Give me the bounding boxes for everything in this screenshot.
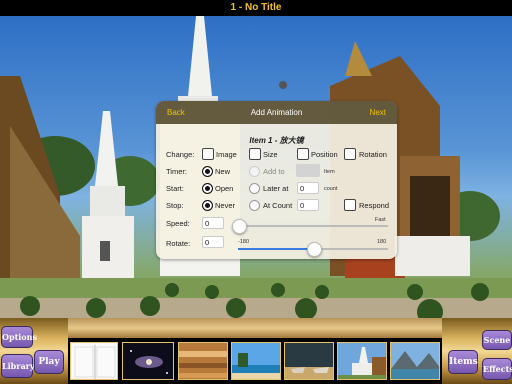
play-button[interactable]: Play [34,350,64,374]
stop-respond-checkbox[interactable] [344,199,356,211]
wood-shelf-thumbnail[interactable] [178,342,228,380]
beach-thumbnail[interactable] [231,342,281,380]
start-later-radio[interactable] [249,183,260,194]
change-image-checkbox[interactable] [202,148,214,160]
stop-label: Stop: [166,201,184,210]
filmstrip-frame [68,318,442,338]
stop-at-count-radio[interactable] [249,200,260,211]
speed-max-label: Fast [375,217,386,223]
start-label: Start: [166,184,184,193]
rotate-value-field[interactable]: 0 [202,236,224,248]
change-label: Change: [166,150,195,159]
timer-add-to-radio[interactable] [249,166,260,177]
speed-label: Speed: [166,219,190,228]
speed-value-field[interactable]: 0 [202,217,224,229]
effects-button[interactable]: Effects [482,358,512,380]
stop-never-radio[interactable] [202,200,213,211]
stop-at-count-input[interactable]: 0 [297,199,319,211]
start-open-label: Open [215,184,234,193]
stop-never-label: Never [215,201,236,210]
library-button[interactable]: Library [1,354,35,378]
timer-label: Timer: [166,167,187,176]
start-open-radio[interactable] [202,183,213,194]
change-rotation-checkbox[interactable] [344,148,356,160]
items-button[interactable]: Items [448,350,478,374]
temple-thumbnail[interactable] [337,342,387,380]
rotate-max-label: 180 [377,239,387,245]
mountain-lake-thumbnail[interactable] [390,342,440,380]
speed-slider-track[interactable] [238,225,388,227]
book-page-thumbnail[interactable] [70,342,118,380]
options-button[interactable]: Options [1,326,37,348]
add-animation-dialog: Back Add Animation Next Item 1 - 放大镜 Cha… [156,101,397,259]
rotate-slider-knob[interactable] [307,242,322,257]
timer-item-field[interactable] [296,164,320,177]
change-rotation-label: Rotation [359,150,387,159]
window-title: 1 - No Title [0,0,512,16]
dialog-header: Back Add Animation Next [156,101,397,124]
galaxy-thumbnail[interactable] [122,342,174,380]
scene-button[interactable]: Scene [482,330,512,350]
timer-add-to-label: Add to [263,167,285,176]
change-size-checkbox[interactable] [249,148,261,160]
rotate-slider-fill [238,248,313,250]
dialog-title: Add Animation [250,108,303,117]
timer-item-label: Item [324,169,335,175]
next-button[interactable]: Next [370,108,386,117]
rotate-min-label: -180 [238,239,250,245]
change-position-label: Position [311,150,338,159]
start-count-input[interactable]: 0 [297,182,319,194]
item-title: Item 1 - 放大镜 [249,136,304,145]
stop-respond-label: Respond [359,201,390,210]
change-size-label: Size [263,150,278,159]
change-position-checkbox[interactable] [297,148,309,160]
speed-slider-knob[interactable] [232,219,247,234]
timer-new-label: New [215,167,231,176]
rotate-label: Rotate: [166,239,191,248]
change-image-label: Image [216,150,237,159]
stop-at-count-label: At Count [263,201,293,210]
timer-new-radio[interactable] [202,166,213,177]
boats-thumbnail[interactable] [284,342,334,380]
start-later-label: Later at [263,184,289,193]
start-count-label: count [324,186,338,192]
